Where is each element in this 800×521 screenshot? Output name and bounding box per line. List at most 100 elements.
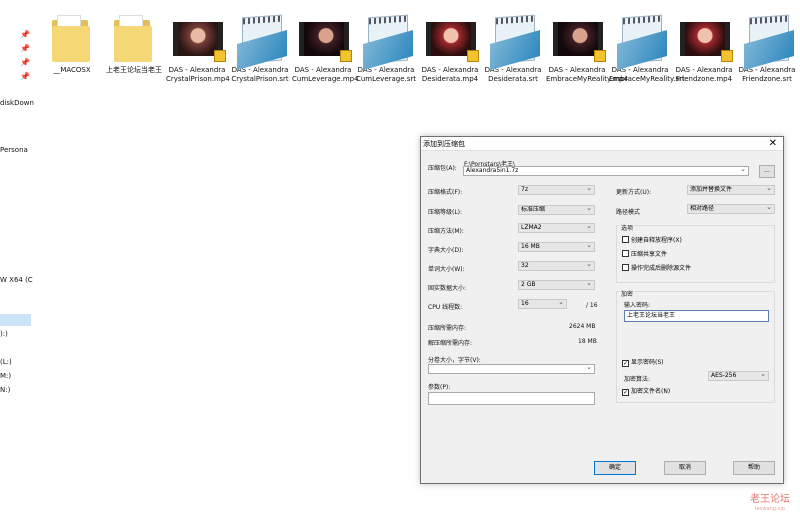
file-item[interactable]: DAS - Alexandra CumLeverage.mp4 (292, 10, 359, 84)
video-thumbnail-icon (295, 10, 352, 64)
notepad-icon (232, 10, 288, 64)
compress-memory-label: 压缩所需内存: (428, 325, 467, 332)
file-name: DAS - Alexandra CrystalPrison.mp4 (166, 66, 230, 83)
file-name: DAS - Alexandra EmbraceMyReality.mp4 (546, 66, 629, 83)
file-item[interactable]: DAS - Alexandra Friendzone.srt (736, 10, 798, 84)
checkmark-icon: ✓ (622, 360, 629, 367)
watermark-url: laowang.vip (754, 506, 786, 512)
archive-name-combo[interactable]: Alexandra5in1.7z (463, 166, 749, 176)
password-input[interactable]: 上老王论坛当老王 (624, 310, 769, 322)
watermark-title: 老王论坛 (750, 494, 790, 505)
pin-icon[interactable]: 📌 (20, 58, 30, 67)
file-item[interactable]: __MACOSX (41, 10, 103, 75)
watermark: 老王论坛 laowang.vip (742, 494, 798, 513)
word-size-label: 单词大小(W): (428, 266, 465, 273)
pin-icon[interactable]: 📌 (20, 72, 30, 81)
path-mode-select[interactable]: 相对路径 (687, 204, 775, 214)
create-sfx-label: 创建自释放程序(X) (631, 237, 682, 244)
encryption-method-select[interactable]: AES-256 (708, 371, 769, 381)
cpu-threads-select[interactable]: 16 (518, 299, 567, 309)
checkmark-icon: ✓ (622, 389, 629, 396)
folder-icon (106, 10, 162, 64)
compress-memory-value: 2624 MB (569, 323, 596, 330)
cpu-threads-label: CPU 线程数: (428, 304, 463, 311)
file-name: __MACOSX (53, 66, 91, 74)
checkbox-icon (622, 264, 629, 271)
notepad-icon (612, 10, 668, 64)
dialog-titlebar[interactable]: 添加到压缩包 ✕ (421, 137, 783, 151)
ok-button[interactable]: 确定 (594, 461, 636, 475)
nav-item[interactable]: diskDown (0, 99, 34, 107)
delete-after-checkbox[interactable]: 操作完成后删除源文件 (622, 264, 691, 273)
level-select[interactable]: 标准压缩 (518, 205, 595, 215)
format-label: 压缩格式(F): (428, 189, 463, 196)
password-label: 输入密码: (624, 302, 651, 309)
create-sfx-checkbox[interactable]: 创建自释放程序(X) (622, 236, 682, 245)
update-mode-label: 更新方式(U): (616, 189, 652, 196)
close-icon[interactable]: ✕ (769, 137, 777, 150)
checkbox-icon (622, 236, 629, 243)
nav-selected-item[interactable] (0, 314, 31, 326)
encrypt-filenames-checkbox[interactable]: ✓ 加密文件名(N) (622, 388, 670, 396)
update-mode-select[interactable]: 添加并替换文件 (687, 185, 775, 195)
file-item[interactable]: DAS - Alexandra EmbraceMyReality.srt (609, 10, 685, 84)
decompress-memory-label: 解压缩所需内存: (428, 340, 473, 347)
nav-item[interactable]: (L:) (0, 358, 12, 366)
checkbox-icon (622, 250, 629, 257)
file-item[interactable]: DAS - Alexandra Friendzone.mp4 (673, 10, 735, 84)
file-item[interactable]: DAS - Alexandra Desiderata.srt (482, 10, 544, 84)
file-item[interactable]: DAS - Alexandra CrystalPrison.srt (229, 10, 291, 84)
encryption-title: 加密 (620, 289, 635, 298)
file-name: DAS - Alexandra Desiderata.mp4 (421, 66, 479, 83)
split-volume-select[interactable] (428, 364, 595, 374)
file-item[interactable]: DAS - Alexandra Desiderata.mp4 (419, 10, 481, 84)
encrypt-filenames-label: 加密文件名(N) (631, 388, 671, 395)
format-select[interactable]: 7z (518, 185, 595, 195)
file-name: DAS - Alexandra CumLeverage.mp4 (292, 66, 359, 83)
decompress-memory-value: 18 MB (578, 338, 597, 345)
nav-item[interactable]: W X64 (C (0, 276, 33, 284)
dialog-title: 添加到压缩包 (423, 140, 465, 148)
video-thumbnail-icon (549, 10, 606, 64)
pin-icon[interactable]: 📌 (20, 44, 30, 53)
navigation-pane: 📌 📌 📌 📌 diskDown Persona W X64 (C ):) (L… (0, 0, 34, 521)
show-password-label: 显示密码(S) (631, 359, 664, 366)
folder-icon (44, 10, 100, 64)
help-button[interactable]: 帮助 (733, 461, 775, 475)
nav-item[interactable]: ):) (0, 330, 8, 338)
solid-block-select[interactable]: 2 GB (518, 280, 595, 290)
delete-after-label: 操作完成后删除源文件 (631, 265, 692, 272)
compress-shared-checkbox[interactable]: 压缩共享文件 (622, 250, 667, 259)
nav-item[interactable]: Persona (0, 146, 28, 154)
word-size-select[interactable]: 32 (518, 261, 595, 271)
notepad-icon (739, 10, 795, 64)
nav-item[interactable]: M:) (0, 372, 11, 380)
method-label: 压缩方法(M): (428, 228, 464, 235)
nav-item[interactable]: N:) (0, 386, 10, 394)
file-name: 上老王论坛当老王 (106, 66, 162, 74)
method-select[interactable]: LZMA2 (518, 223, 595, 233)
path-mode-label: 路径模式 (616, 209, 641, 216)
browse-button[interactable]: ... (759, 165, 775, 178)
archive-label: 压缩包(A): (428, 165, 457, 172)
dictionary-select[interactable]: 16 MB (518, 242, 595, 252)
file-item[interactable]: DAS - Alexandra CrystalPrison.mp4 (166, 10, 230, 84)
notepad-icon (358, 10, 414, 64)
split-volume-label: 分卷大小，字节(V): (428, 357, 481, 364)
solid-block-label: 固实数据大小: (428, 285, 467, 292)
parameters-input[interactable] (428, 392, 595, 405)
file-item[interactable]: DAS - Alexandra EmbraceMyReality.mp4 (546, 10, 629, 84)
file-name: DAS - Alexandra Friendzone.mp4 (675, 66, 733, 83)
video-thumbnail-icon (169, 10, 226, 64)
cancel-button[interactable]: 取消 (664, 461, 706, 475)
file-item[interactable]: 上老王论坛当老王 (103, 10, 165, 75)
add-to-archive-dialog: 添加到压缩包 ✕ 压缩包(A): F:\Pornstars\老王\ Alexan… (420, 136, 784, 484)
file-item[interactable]: DAS - Alexandra CumLeverage.srt (355, 10, 417, 84)
dictionary-label: 字典大小(D): (428, 247, 464, 254)
show-password-checkbox[interactable]: ✓ 显示密码(S) (622, 359, 664, 367)
notepad-icon (485, 10, 541, 64)
encryption-method-label: 加密算法: (624, 376, 651, 383)
pin-icon[interactable]: 📌 (20, 30, 30, 39)
cpu-threads-total: / 16 (586, 302, 598, 309)
parameters-label: 参数(P): (428, 384, 451, 391)
